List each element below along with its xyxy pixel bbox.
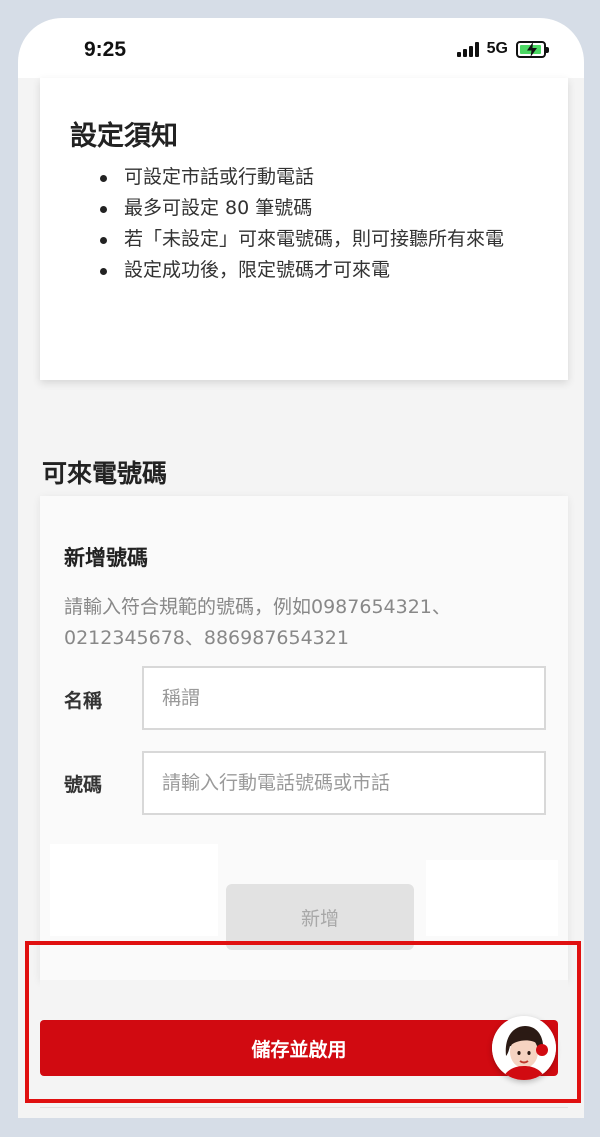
status-time: 9:25 [84,38,127,61]
notice-item: 設定成功後，限定號碼才可來電 [96,255,536,286]
notice-list: 可設定市話或行動電話 最多可設定 80 筆號碼 若「未設定」可來電號碼，則可接聽… [96,162,536,286]
add-number-title: 新增號碼 [64,546,148,570]
chat-assistant-avatar-icon[interactable] [492,1016,556,1080]
network-type: 5G [486,40,508,57]
status-bar: 9:25 5G [18,18,584,78]
signal-icon [456,41,479,57]
highlight-box [25,941,581,1103]
name-label: 名稱 [64,690,103,712]
notice-item: 最多可設定 80 筆號碼 [96,193,536,224]
notice-title: 設定須知 [70,121,178,152]
blank-panel-right [426,860,558,936]
notice-item: 若「未設定」可來電號碼，則可接聽所有來電 [96,224,536,255]
phone-screen: 9:25 5G 設定須知 可設定市話或行動電話 最多可設定 80 筆號碼 若「未… [0,0,600,1137]
section-title-allowed-numbers: 可來電號碼 [42,459,168,488]
name-input[interactable] [142,666,546,730]
number-format-hint: 請輸入符合規範的號碼，例如0987654321、0212345678、88698… [64,596,451,649]
add-number-card: 新增號碼 請輸入符合規範的號碼，例如0987654321、0212345678、… [40,496,568,980]
avatar-illustration [492,1016,556,1080]
battery-charging-icon [516,40,549,58]
status-indicators: 5G [456,40,549,58]
divider [40,1107,568,1108]
blank-panel-left [50,844,218,936]
notice-item: 可設定市話或行動電話 [96,162,536,193]
notice-card: 設定須知 可設定市話或行動電話 最多可設定 80 筆號碼 若「未設定」可來電號碼… [40,78,568,380]
phone-number-input[interactable] [142,751,546,815]
number-label: 號碼 [64,774,103,796]
